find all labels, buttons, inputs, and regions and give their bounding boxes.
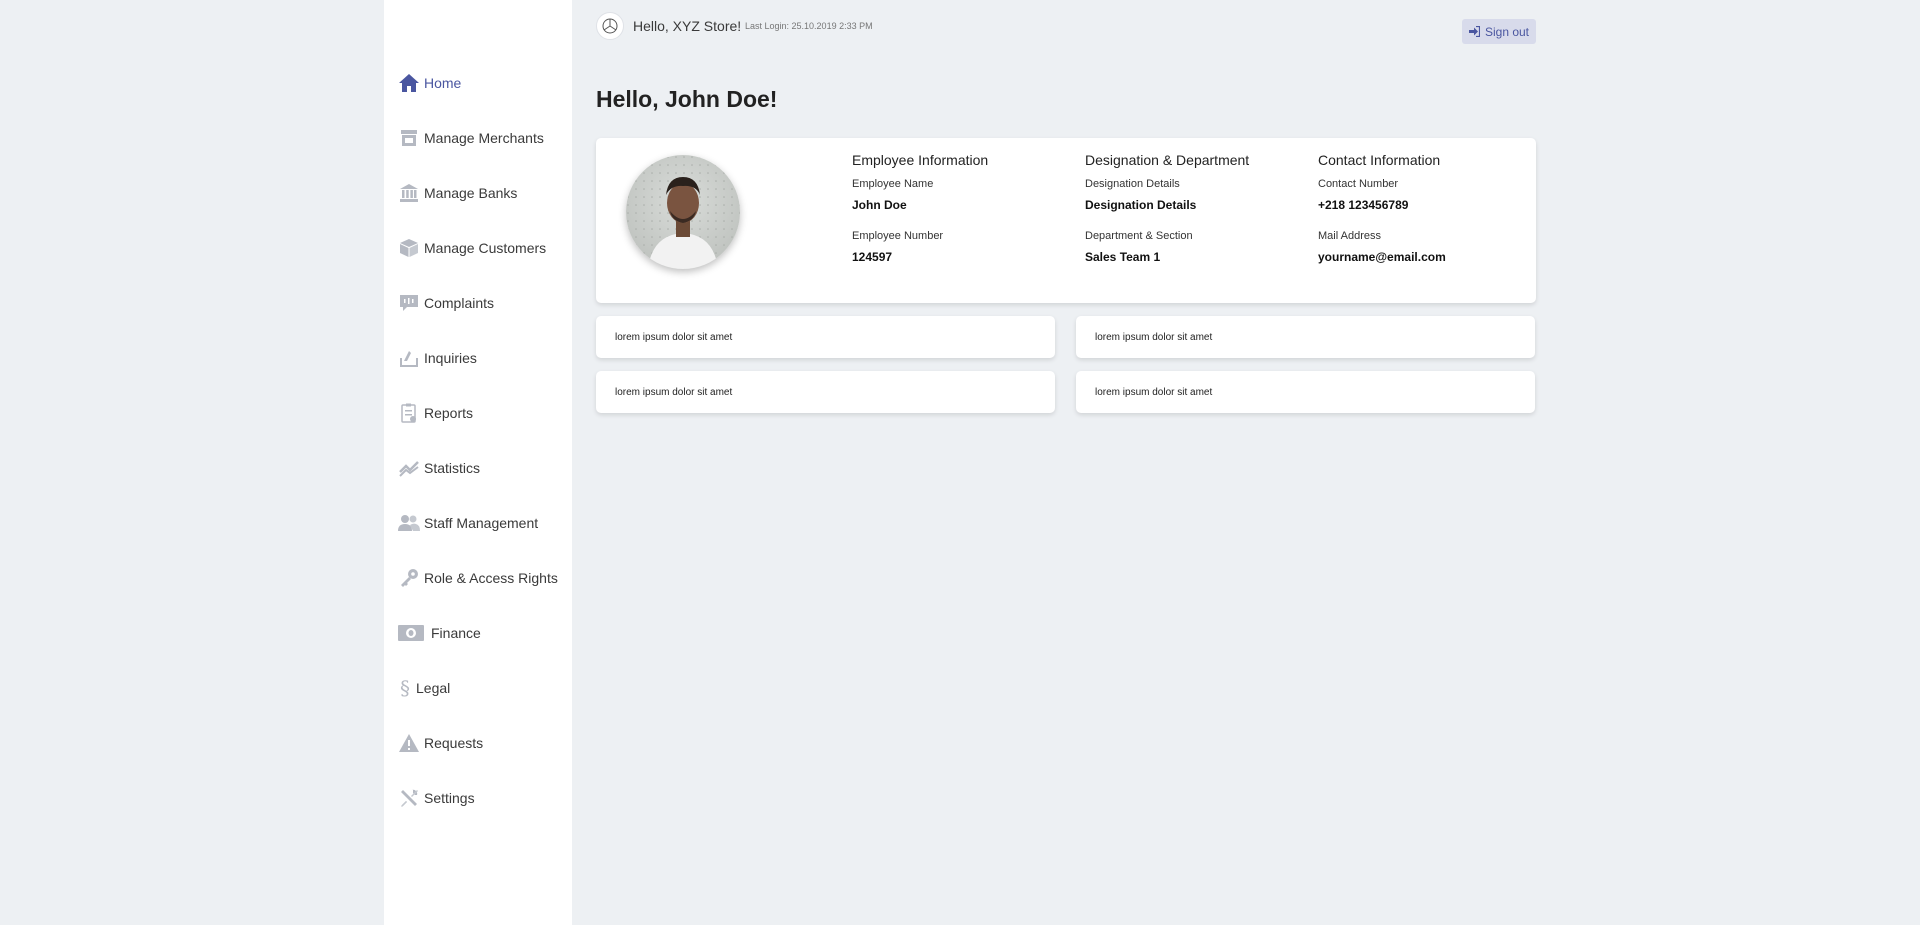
field-value: yourname@email.com [1318,250,1446,264]
field-value: 124597 [852,250,893,264]
sidebar-item-label: Statistics [424,460,481,476]
section-icon: § [400,676,410,700]
field-label: Employee Name [852,178,934,190]
sidebar-item-legal[interactable]: § Legal [398,674,450,702]
sidebar-item-label: Legal [416,680,451,696]
info-card[interactable]: lorem ipsum dolor sit amet [596,371,1055,413]
sign-out-label: Sign out [1484,24,1530,39]
field-label: Mail Address [1318,230,1381,242]
staff-icon [398,512,420,534]
column-heading: Contact Information [1318,152,1441,168]
sidebar-item-manage-merchants[interactable]: Manage Merchants [398,124,544,152]
sidebar: Home Manage Merchants Manage Banks Manag… [384,0,572,925]
store-greeting: Hello, XYZ Store! [633,18,742,34]
field-label: Department & Section [1085,230,1193,242]
info-card[interactable]: lorem ipsum dolor sit amet [1076,316,1535,358]
inquiry-icon [398,347,420,369]
info-card[interactable]: lorem ipsum dolor sit amet [596,316,1055,358]
column-heading: Employee Information [852,152,989,168]
statistics-icon [398,457,420,479]
store-icon [398,127,420,149]
field-label: Employee Number [852,230,944,242]
field-label: Contact Number [1318,178,1399,190]
sign-out-button[interactable]: Sign out [1462,19,1536,44]
contact-information-column: Contact Information Contact Number +218 … [1318,152,1538,264]
field-value: +218 123456789 [1318,198,1409,212]
sidebar-item-settings[interactable]: Settings [398,784,475,812]
sidebar-item-label: Manage Banks [424,185,518,201]
brand-logo-icon [596,12,624,40]
designation-department-column: Designation & Department Designation Det… [1085,152,1305,264]
sidebar-item-manage-customers[interactable]: Manage Customers [398,234,546,262]
report-icon [398,402,420,424]
sidebar-item-inquiries[interactable]: Inquiries [398,344,477,372]
tools-icon [398,787,420,809]
sidebar-item-label: Finance [431,625,481,641]
sidebar-item-home[interactable]: Home [398,69,461,97]
sidebar-item-complaints[interactable]: Complaints [398,289,494,317]
sidebar-item-statistics[interactable]: Statistics [398,454,480,482]
sidebar-item-label: Settings [424,790,475,806]
field-label: Designation Details [1085,178,1180,190]
field-value: John Doe [852,198,907,212]
sidebar-item-reports[interactable]: Reports [398,399,473,427]
warning-icon [398,732,420,754]
complaint-icon [398,292,420,314]
field-value: Sales Team 1 [1085,250,1161,264]
sidebar-item-manage-banks[interactable]: Manage Banks [398,179,517,207]
sidebar-item-label: Home [424,75,462,91]
sidebar-item-label: Staff Management [424,515,539,531]
avatar [626,155,740,269]
customers-icon [398,237,420,259]
sidebar-item-label: Role & Access Rights [424,570,558,586]
sidebar-item-label: Complaints [424,295,495,311]
info-card[interactable]: lorem ipsum dolor sit amet [1076,371,1535,413]
sidebar-item-staff-management[interactable]: Staff Management [398,509,538,537]
last-login-text: Last Login: 25.10.2019 2:33 PM [745,21,873,31]
sidebar-item-requests[interactable]: Requests [398,729,483,757]
column-heading: Designation & Department [1085,152,1250,168]
employee-profile-card: Employee Information Employee Name John … [596,138,1536,303]
page-title: Hello, John Doe! [596,86,778,112]
employee-information-column: Employee Information Employee Name John … [852,152,1072,264]
sidebar-item-label: Manage Customers [424,240,547,256]
bank-icon [398,182,420,204]
sidebar-item-finance[interactable]: Finance [398,619,481,647]
sidebar-item-label: Manage Merchants [424,130,544,146]
sidebar-item-label: Reports [424,405,474,421]
key-icon [398,567,420,589]
sidebar-item-label: Requests [424,735,484,751]
sidebar-item-role-access-rights[interactable]: Role & Access Rights [398,564,558,592]
sign-in-icon [1468,26,1480,37]
money-icon [398,622,424,644]
field-value: Designation Details [1085,198,1197,212]
sidebar-item-label: Inquiries [424,350,477,366]
home-icon [398,72,420,94]
